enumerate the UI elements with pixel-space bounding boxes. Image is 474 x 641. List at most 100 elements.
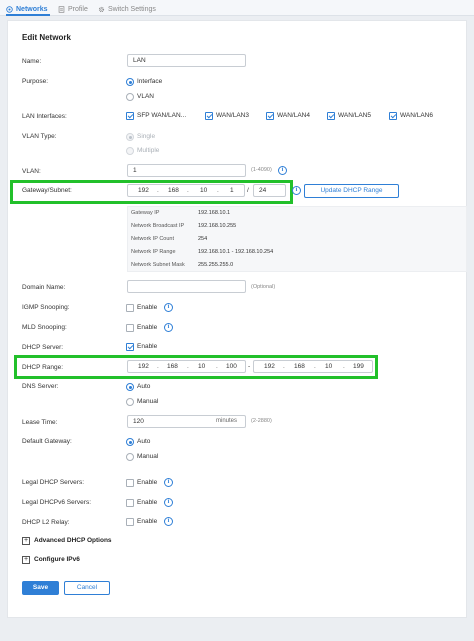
default-gateway-manual-label: Manual (137, 453, 159, 460)
edit-network-card (7, 20, 467, 618)
vlan-type-multiple-radio (126, 147, 134, 155)
subnet-mask-field[interactable]: 24 (253, 184, 286, 197)
gateway-ip-field[interactable]: 192 . 168 . 10 . 1 (127, 184, 245, 197)
lan-interface-label-1: SFP WAN/LAN... (137, 112, 187, 119)
info-key-broadcast-ip: Network Broadcast IP (131, 223, 185, 229)
dhcp-range-start-field[interactable]: 192 . 168 . 10 . 100 (127, 360, 246, 373)
info-value-gateway-ip: 192.168.10.1 (198, 210, 231, 216)
dot-separator: . (343, 363, 345, 370)
info-key-ip-range: Network IP Range (131, 249, 176, 255)
dhcp-start-octet-2: 168 (167, 363, 178, 370)
info-value-ip-range: 192.168.10.1 - 192.168.10.254 (198, 249, 274, 255)
dhcp-end-octet-3: 10 (325, 363, 333, 370)
profile-icon (58, 5, 65, 13)
info-value-subnet-mask: 255.255.255.0 (198, 262, 234, 268)
domain-name-hint: (Optional) (251, 284, 276, 290)
info-key-gateway-ip: Gateway IP (131, 210, 160, 216)
gateway-subnet-label: Gateway/Subnet: (22, 187, 72, 194)
lan-interface-checkbox-3[interactable] (266, 112, 274, 120)
dhcp-server-checkbox[interactable] (126, 343, 134, 351)
domain-name-field[interactable] (127, 280, 246, 293)
vlan-range-hint: (1-4090) (251, 167, 272, 173)
dhcp-start-octet-3: 10 (198, 363, 206, 370)
legal-dhcp-servers-label: Legal DHCP Servers: (22, 479, 85, 486)
default-gateway-manual-radio[interactable] (126, 453, 134, 461)
tab-switch-settings[interactable]: Switch Settings (98, 3, 156, 15)
info-key-ip-count: Network IP Count (131, 236, 175, 242)
info-value-broadcast-ip: 192.168.10.255 (198, 223, 237, 229)
lan-interface-label-5: WAN/LAN6 (400, 112, 433, 119)
cancel-button[interactable]: Cancel (64, 581, 110, 595)
vlan-field[interactable]: 1 (127, 164, 246, 177)
dhcp-l2-relay-label: DHCP L2 Relay: (22, 519, 70, 526)
dhcp-range-dash: - (248, 363, 251, 370)
configure-ipv6-toggle[interactable]: Configure IPv6 (34, 556, 80, 563)
vlan-info-icon[interactable]: i (278, 166, 287, 175)
network-icon (6, 5, 13, 13)
expand-plus-icon[interactable]: + (22, 537, 30, 545)
dhcp-end-octet-4: 199 (353, 363, 364, 370)
info-key-subnet-mask: Network Subnet Mask (131, 262, 185, 268)
tab-profile[interactable]: Profile (58, 3, 88, 15)
legal-dhcpv6-info-icon[interactable]: i (164, 498, 173, 507)
dhcp-range-end-field[interactable]: 192 . 168 . 10 . 199 (253, 360, 373, 373)
advanced-dhcp-options-toggle[interactable]: Advanced DHCP Options (34, 537, 112, 544)
purpose-interface-radio[interactable] (126, 78, 134, 86)
lan-interface-checkbox-4[interactable] (327, 112, 335, 120)
update-dhcp-range-button[interactable]: Update DHCP Range (304, 184, 399, 198)
dhcp-l2-relay-info-icon[interactable]: i (164, 517, 173, 526)
dot-separator: . (216, 363, 218, 370)
dhcp-l2-relay-enable-label: Enable (137, 518, 158, 525)
expand-plus-icon[interactable]: + (22, 556, 30, 564)
tab-profile-label: Profile (68, 5, 88, 13)
info-value-ip-count: 254 (198, 236, 208, 242)
mld-snooping-checkbox[interactable] (126, 324, 134, 332)
dns-auto-label: Auto (137, 383, 151, 390)
legal-dhcpv6-servers-checkbox[interactable] (126, 499, 134, 507)
purpose-vlan-radio[interactable] (126, 93, 134, 101)
domain-name-label: Domain Name: (22, 284, 66, 291)
lan-interface-checkbox-1[interactable] (126, 112, 134, 120)
dot-separator: . (283, 363, 285, 370)
gear-icon (98, 6, 105, 12)
lan-interface-checkbox-5[interactable] (389, 112, 397, 120)
gateway-octet-4: 1 (230, 187, 234, 194)
dns-server-label: DNS Server: (22, 383, 59, 390)
dhcp-l2-relay-checkbox[interactable] (126, 518, 134, 526)
lease-time-hint: (2-2880) (251, 418, 272, 424)
dot-separator: . (187, 187, 189, 194)
save-button[interactable]: Save (22, 581, 59, 595)
page-title: Edit Network (22, 33, 71, 42)
dns-manual-radio[interactable] (126, 398, 134, 406)
lan-interfaces-label: LAN Interfaces: (22, 113, 67, 120)
mld-snooping-label: MLD Snooping: (22, 324, 67, 331)
igmp-snooping-checkbox[interactable] (126, 304, 134, 312)
dhcp-server-label: DHCP Server: (22, 344, 64, 351)
tab-switch-settings-label: Switch Settings (108, 5, 156, 13)
default-gateway-auto-label: Auto (137, 438, 151, 445)
gateway-octet-1: 192 (138, 187, 149, 194)
purpose-vlan-label: VLAN (137, 93, 154, 100)
vlan-type-single-label: Single (137, 133, 156, 140)
tab-bar: Networks Profile Switch Settings (0, 0, 474, 16)
dot-separator: . (157, 363, 159, 370)
dhcp-start-octet-1: 192 (138, 363, 149, 370)
igmp-info-icon[interactable]: i (164, 303, 173, 312)
name-label: Name: (22, 58, 42, 65)
igmp-enable-label: Enable (137, 304, 158, 311)
legal-dhcp-enable-label: Enable (137, 479, 158, 486)
vlan-type-multiple-label: Multiple (137, 147, 160, 154)
mld-info-icon[interactable]: i (164, 323, 173, 332)
default-gateway-auto-radio[interactable] (126, 438, 134, 446)
dns-auto-radio[interactable] (126, 383, 134, 391)
vlan-type-label: VLAN Type: (22, 133, 57, 140)
lan-interface-label-4: WAN/LAN5 (338, 112, 371, 119)
legal-dhcp-info-icon[interactable]: i (164, 478, 173, 487)
active-tab-indicator (6, 14, 50, 16)
legal-dhcp-servers-checkbox[interactable] (126, 479, 134, 487)
dot-separator: . (217, 187, 219, 194)
gateway-info-icon[interactable]: i (292, 186, 301, 195)
purpose-label: Purpose: (22, 78, 49, 85)
name-field[interactable]: LAN (127, 54, 246, 67)
lan-interface-checkbox-2[interactable] (205, 112, 213, 120)
